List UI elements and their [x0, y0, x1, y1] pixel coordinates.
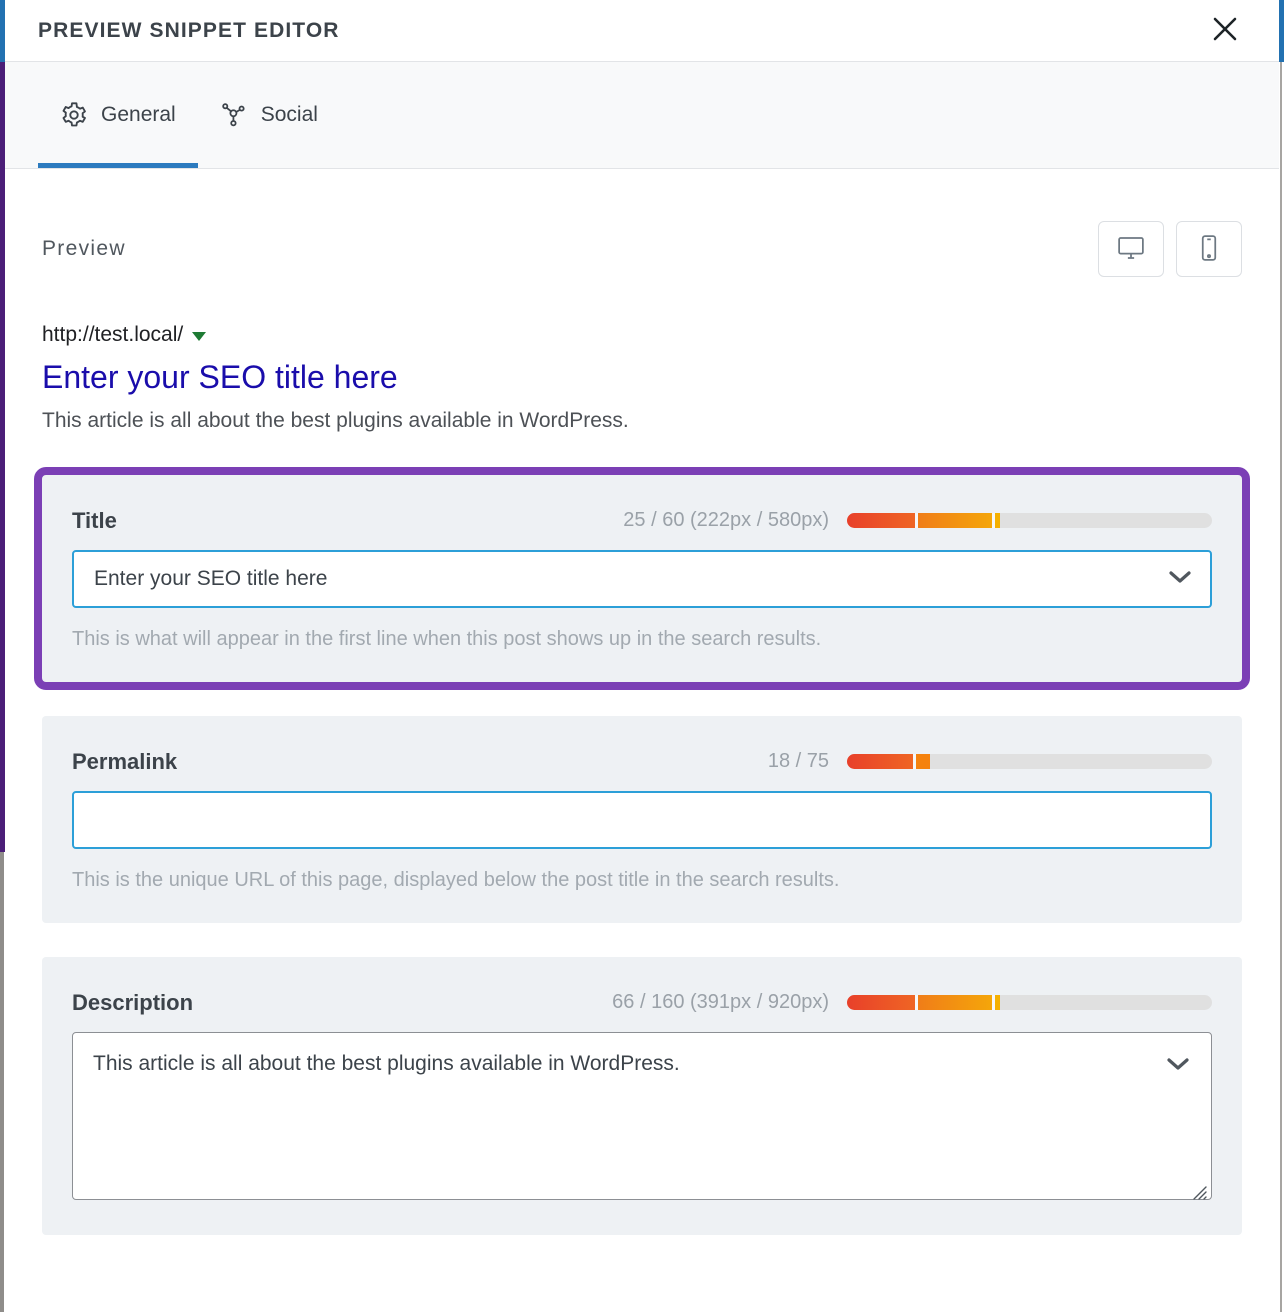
device-toggle-group: [1098, 221, 1242, 277]
mobile-preview-button[interactable]: [1176, 221, 1242, 277]
title-field-label: Title: [72, 507, 117, 533]
modal-body: Preview http://test.local/ Enter your SE…: [5, 169, 1279, 1235]
preview-label: Preview: [42, 237, 126, 260]
meter-segment: [847, 754, 913, 770]
title-help-text: This is what will appear in the first li…: [72, 627, 822, 650]
permalink-meter-wrap: 18 / 75: [768, 750, 1212, 773]
description-variables-dropdown-button[interactable]: [1164, 1054, 1192, 1078]
meter-segment: [915, 754, 931, 770]
mobile-phone-icon: [1194, 233, 1224, 266]
gear-icon: [60, 101, 88, 129]
permalink-character-counter: 18 / 75: [767, 750, 829, 773]
modal-header: PREVIEW SNIPPET EDITOR: [5, 0, 1279, 62]
modal-panel: PREVIEW SNIPPET EDITOR General Social Pr…: [5, 0, 1279, 1312]
permalink-field-label: Permalink: [72, 748, 178, 774]
description-textarea[interactable]: This article is all about the best plugi…: [72, 1031, 1212, 1200]
tab-social[interactable]: Social: [198, 62, 340, 168]
right-edge-border: [1280, 62, 1282, 1312]
title-meter-wrap: 25 / 60 (222px / 580px): [623, 509, 1212, 532]
permalink-quality-meter: [847, 754, 1212, 770]
description-quality-meter: [847, 995, 1212, 1011]
serp-url: http://test.local/: [42, 323, 184, 346]
tab-general[interactable]: General: [38, 62, 198, 168]
serp-description: This article is all about the best plugi…: [42, 408, 629, 432]
meter-segment: [917, 513, 993, 529]
field-head-description: Description 66 / 160 (391px / 920px): [72, 990, 1212, 1016]
meter-segment: [995, 995, 1000, 1011]
close-icon: [1209, 13, 1241, 48]
title-variables-dropdown-button[interactable]: [1166, 567, 1194, 591]
meter-segment: [995, 513, 1000, 529]
title-character-counter: 25 / 60 (222px / 580px): [623, 509, 829, 532]
chevron-down-icon: [1167, 568, 1193, 589]
description-character-counter: 66 / 160 (391px / 920px): [612, 991, 829, 1014]
meter-segment: [847, 995, 915, 1011]
tab-social-label: Social: [260, 103, 318, 126]
field-card-permalink: Permalink 18 / 75 This is the unique URL…: [42, 715, 1242, 923]
share-nodes-icon: [220, 101, 248, 129]
chevron-down-icon: [1165, 1055, 1191, 1076]
caret-down-icon[interactable]: [192, 332, 207, 341]
title-input[interactable]: [72, 549, 1212, 608]
field-card-description: Description 66 / 160 (391px / 920px) Thi…: [42, 956, 1242, 1235]
field-card-title: Title 25 / 60 (222px / 580px) Enter your…: [34, 466, 1250, 690]
left-edge-accent-gray: [0, 852, 4, 1312]
meter-segment: [847, 513, 915, 529]
close-button[interactable]: [1205, 11, 1245, 51]
description-input-wrap: This article is all about the best plugi…: [72, 1031, 1212, 1205]
right-edge-accent-blue: [1279, 0, 1284, 62]
permalink-input[interactable]: [72, 790, 1212, 849]
serp-preview: http://test.local/ Enter your SEO title …: [42, 277, 1242, 433]
permalink-help-text: This is the unique URL of this page, dis…: [72, 868, 840, 891]
page-title: PREVIEW SNIPPET EDITOR: [38, 18, 340, 42]
tab-bar: General Social: [5, 62, 1279, 169]
preview-header-row: Preview: [42, 169, 1242, 277]
serp-title[interactable]: Enter your SEO title here: [42, 359, 1242, 397]
description-meter-wrap: 66 / 160 (391px / 920px): [612, 991, 1212, 1014]
description-field-label: Description: [72, 989, 194, 1015]
serp-url-row: http://test.local/: [42, 323, 1242, 347]
field-head-title: Title 25 / 60 (222px / 580px): [72, 508, 1212, 534]
tab-general-label: General: [101, 103, 176, 126]
desktop-preview-button[interactable]: [1098, 221, 1164, 277]
permalink-input-wrap: [72, 790, 1212, 849]
title-quality-meter: [847, 513, 1212, 529]
desktop-monitor-icon: [1116, 233, 1146, 266]
title-input-wrap: [72, 549, 1212, 608]
field-head-permalink: Permalink 18 / 75: [72, 749, 1212, 775]
meter-segment: [917, 995, 993, 1011]
preview-snippet-editor-modal: PREVIEW SNIPPET EDITOR General Social Pr…: [0, 0, 1284, 1312]
